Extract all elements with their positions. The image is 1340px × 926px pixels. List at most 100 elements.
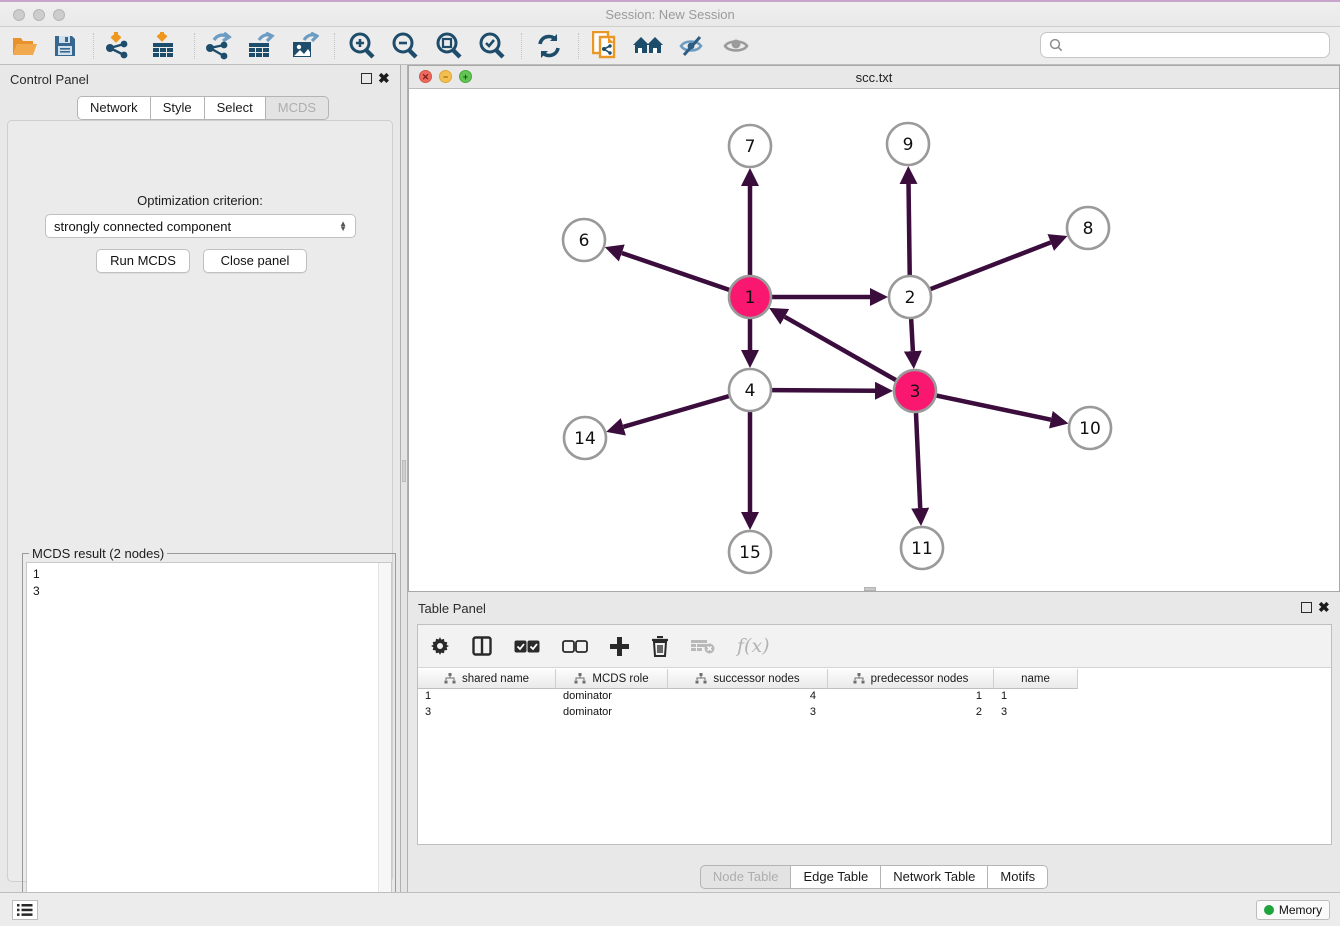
selected-option: strongly connected component <box>54 219 231 234</box>
edge-4-14[interactable] <box>623 396 728 427</box>
edge-3-10[interactable] <box>937 396 1051 420</box>
graph-node-label-11: 11 <box>911 539 933 559</box>
clone-network-icon[interactable] <box>588 30 622 62</box>
vertical-splitter[interactable] <box>400 65 408 892</box>
zoom-out-icon[interactable] <box>388 30 422 62</box>
edge-4-3[interactable] <box>772 390 875 391</box>
tab-mcds[interactable]: MCDS <box>266 96 329 120</box>
optimization-criterion-label: Optimization criterion: <box>8 193 392 208</box>
splitter-handle[interactable] <box>402 460 406 482</box>
edge-2-3[interactable] <box>911 319 913 351</box>
cell-predecessor-nodes[interactable]: 1 <box>828 689 994 705</box>
float-table-panel-icon[interactable] <box>1301 602 1312 613</box>
table-tabs: Node TableEdge TableNetwork TableMotifs <box>408 865 1340 889</box>
table-toolbar: f(x) <box>418 625 1331 668</box>
float-panel-icon[interactable] <box>361 73 372 84</box>
tab-node-table[interactable]: Node Table <box>700 865 792 889</box>
graph-node-label-14: 14 <box>574 429 596 449</box>
column-label: name <box>1021 673 1050 685</box>
mcds-result-area: 1 3 <box>26 562 392 920</box>
mcds-result-list: 1 3 <box>27 563 391 603</box>
delete-row-icon[interactable] <box>651 636 669 657</box>
memory-button[interactable]: Memory <box>1256 900 1330 920</box>
window-title: Session: New Session <box>0 7 1340 22</box>
show-selected-icon[interactable] <box>719 30 753 62</box>
edge-3-1[interactable] <box>785 317 896 380</box>
export-network-icon[interactable] <box>201 30 235 62</box>
cell-name[interactable]: 1 <box>994 689 1078 705</box>
control-panel-title: Control Panel <box>10 72 89 87</box>
result-scrollbar[interactable] <box>378 563 391 919</box>
home-icon[interactable] <box>631 30 665 62</box>
tab-motifs[interactable]: Motifs <box>988 865 1048 889</box>
column-label: MCDS role <box>592 673 648 685</box>
window-resize-grip[interactable] <box>864 587 876 591</box>
cell-MCDS-role[interactable]: dominator <box>556 705 668 721</box>
graph-node-label-3: 3 <box>910 382 921 402</box>
zoom-selected-icon[interactable] <box>475 30 509 62</box>
edge-1-6[interactable] <box>622 253 729 290</box>
hide-selected-icon[interactable] <box>675 30 709 62</box>
column-header-successor-nodes[interactable]: successor nodes <box>668 669 828 689</box>
window-titlebar: Session: New Session <box>0 0 1340 27</box>
column-label: shared name <box>462 673 529 685</box>
edge-2-8[interactable] <box>931 242 1051 289</box>
hierarchy-icon <box>574 673 586 684</box>
zoom-in-icon[interactable] <box>345 30 379 62</box>
import-table-icon[interactable] <box>146 30 180 62</box>
delete-table-icon <box>691 638 715 654</box>
export-image-icon[interactable] <box>288 30 322 62</box>
edge-2-9[interactable] <box>909 184 910 275</box>
save-session-icon[interactable] <box>48 30 82 62</box>
table-row-2[interactable]: 3dominator323 <box>418 705 1331 721</box>
cell-name[interactable]: 3 <box>994 705 1078 721</box>
table-rows: 1dominator4113dominator323 <box>418 689 1331 721</box>
cell-predecessor-nodes[interactable]: 2 <box>828 705 994 721</box>
tab-style[interactable]: Style <box>151 96 205 120</box>
control-panel-header: Control Panel ✖ <box>0 65 400 93</box>
network-window-title: scc.txt <box>409 70 1339 85</box>
cell-successor-nodes[interactable]: 4 <box>668 689 828 705</box>
cell-successor-nodes[interactable]: 3 <box>668 705 828 721</box>
optimization-criterion-select[interactable]: strongly connected component ▲▼ <box>45 214 356 238</box>
tab-select[interactable]: Select <box>205 96 266 120</box>
gear-icon[interactable] <box>430 636 450 656</box>
search-input[interactable] <box>1069 38 1329 53</box>
mcds-panel: Optimization criterion: strongly connect… <box>7 120 393 882</box>
run-mcds-button[interactable]: Run MCDS <box>96 249 190 273</box>
column-header-predecessor-nodes[interactable]: predecessor nodes <box>828 669 994 689</box>
select-all-icon[interactable] <box>514 640 540 653</box>
close-panel-button[interactable]: Close panel <box>203 249 307 273</box>
cell-shared-name[interactable]: 1 <box>418 689 556 705</box>
network-canvas[interactable]: 7968124314101511 <box>409 89 1339 591</box>
table-panel-main: f(x) shared name MCDS role successor nodes… <box>417 624 1332 845</box>
search-box[interactable] <box>1040 32 1330 58</box>
table-row-1[interactable]: 1dominator411 <box>418 689 1331 705</box>
close-panel-icon[interactable]: ✖ <box>378 70 390 87</box>
edge-3-11[interactable] <box>916 413 920 508</box>
column-header-MCDS-role[interactable]: MCDS role <box>556 669 668 689</box>
cell-MCDS-role[interactable]: dominator <box>556 689 668 705</box>
graph-node-label-7: 7 <box>745 137 756 157</box>
cell-shared-name[interactable]: 3 <box>418 705 556 721</box>
add-row-icon[interactable] <box>610 637 629 656</box>
column-header-shared-name[interactable]: shared name <box>418 669 556 689</box>
tab-network[interactable]: Network <box>77 96 151 120</box>
export-table-icon[interactable] <box>244 30 278 62</box>
open-session-icon[interactable] <box>8 30 42 62</box>
task-history-button[interactable] <box>12 900 38 920</box>
refresh-icon[interactable] <box>532 30 566 62</box>
zoom-fit-icon[interactable] <box>432 30 466 62</box>
toolbar-separator <box>578 33 579 59</box>
close-table-panel-icon[interactable]: ✖ <box>1318 599 1330 616</box>
tab-network-table[interactable]: Network Table <box>881 865 988 889</box>
tab-edge-table[interactable]: Edge Table <box>791 865 881 889</box>
hierarchy-icon <box>444 673 456 684</box>
columns-icon[interactable] <box>472 636 492 656</box>
column-header-name[interactable]: name <box>994 669 1078 689</box>
import-network-icon[interactable] <box>101 30 135 62</box>
mcds-result-title: MCDS result (2 nodes) <box>29 546 167 561</box>
search-icon <box>1049 38 1063 52</box>
network-window: ✕ − + scc.txt 7968124314101511 <box>408 65 1340 592</box>
deselect-all-icon[interactable] <box>562 640 588 653</box>
